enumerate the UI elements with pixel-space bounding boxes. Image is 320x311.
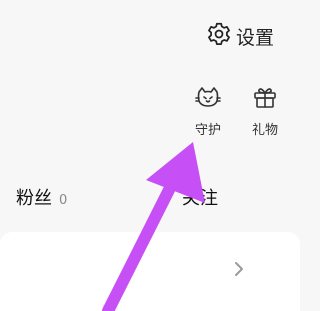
guard-label: 守护 (194, 123, 221, 138)
fans-label: 粉丝 (16, 188, 52, 209)
follow-stat[interactable]: 关注 (182, 184, 225, 210)
guard-button[interactable]: 守护 (194, 84, 222, 138)
gift-label: 礼物 (251, 123, 278, 138)
gear-icon (206, 21, 232, 51)
fans-count: 0 (59, 193, 68, 208)
fans-stat[interactable]: 粉丝 0 (16, 184, 67, 210)
settings-button[interactable]: 设置 (206, 19, 274, 53)
settings-label: 设置 (236, 26, 275, 49)
follow-label: 关注 (182, 188, 218, 209)
gift-icon (251, 84, 279, 116)
list-card[interactable] (0, 232, 300, 311)
chevron-right-icon[interactable] (232, 259, 246, 279)
cat-icon (194, 84, 222, 116)
gift-button[interactable]: 礼物 (251, 84, 279, 138)
